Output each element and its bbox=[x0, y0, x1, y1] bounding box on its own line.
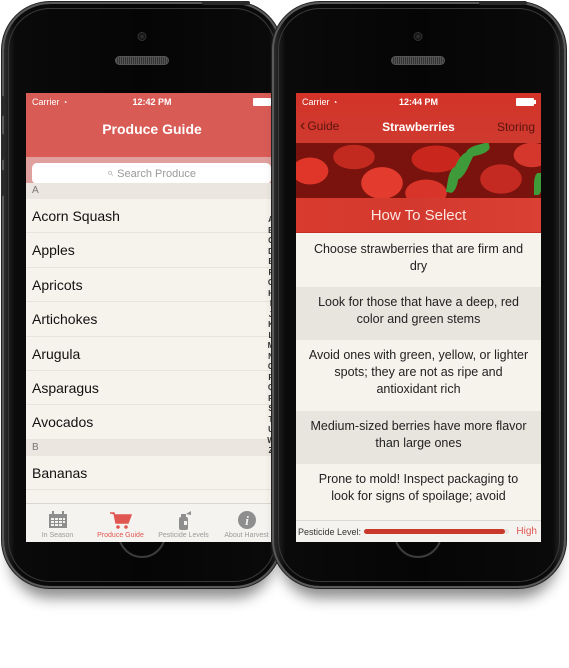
index-letter[interactable]: L bbox=[269, 331, 274, 342]
status-time: 12:44 PM bbox=[398, 97, 439, 107]
tip-item: Choose strawberries that are firm and dr… bbox=[296, 234, 541, 287]
status-time: 12:42 PM bbox=[132, 97, 172, 107]
index-letter[interactable]: T bbox=[269, 415, 274, 426]
strawberries-detail-screen: Carrier ◔ 12:44 PM ‹ Guide Strawberries … bbox=[296, 93, 541, 542]
tab-bar: In Season Produce Guide Pesticide Levels i A… bbox=[26, 503, 278, 542]
pesticide-level-text: High bbox=[516, 526, 537, 537]
tip-item: Avoid ones with green, yellow, or lighte… bbox=[296, 340, 541, 411]
detail-header: Carrier ◔ 12:44 PM ‹ Guide Strawberries … bbox=[296, 93, 541, 233]
battery-icon bbox=[516, 98, 536, 106]
calendar-icon bbox=[48, 510, 68, 530]
selection-tips-list[interactable]: Choose strawberries that are firm and dr… bbox=[296, 234, 541, 520]
cart-icon bbox=[109, 510, 132, 530]
search-bar: ⌕ Search Produce bbox=[26, 157, 278, 184]
pesticide-track bbox=[364, 529, 510, 534]
pesticide-label: Pesticide Level: bbox=[298, 526, 362, 537]
index-letter[interactable]: I bbox=[270, 299, 272, 310]
volume-up-button bbox=[1, 134, 4, 160]
power-button bbox=[202, 1, 250, 5]
list-item[interactable]: Asparagus bbox=[26, 370, 278, 406]
leaf-shape bbox=[465, 143, 491, 158]
index-letter[interactable]: E bbox=[268, 257, 273, 268]
index-letter[interactable]: Z bbox=[269, 446, 274, 457]
leaf-shape bbox=[534, 173, 541, 195]
tab-label: About Harvest bbox=[224, 532, 269, 539]
leaf-shape bbox=[445, 166, 461, 194]
left-phone: Carrier ◔ 12:42 PM Produce Guide ⌕ Searc… bbox=[1, 1, 280, 586]
volume-down-button bbox=[1, 170, 4, 196]
list-item[interactable]: Bananas bbox=[26, 455, 278, 491]
pesticide-level-bar: Pesticide Level: High bbox=[296, 520, 541, 542]
list-item[interactable]: Arugula bbox=[26, 336, 278, 371]
status-bar: Carrier ◔ 12:42 PM bbox=[26, 93, 278, 113]
earpiece-speaker bbox=[391, 56, 445, 65]
index-letter[interactable]: F bbox=[269, 268, 274, 279]
tab-in-season[interactable]: In Season bbox=[26, 504, 89, 542]
tip-item: Medium-sized berries have more flavor th… bbox=[296, 411, 541, 464]
pesticide-fill bbox=[364, 529, 506, 534]
tip-item: Prone to mold! Inspect packaging to look… bbox=[296, 464, 541, 520]
tab-label: In Season bbox=[41, 532, 74, 539]
status-bar: Carrier ◔ 12:44 PM bbox=[296, 93, 541, 113]
search-input[interactable]: ⌕ Search Produce bbox=[32, 163, 271, 184]
tab-produce-guide[interactable]: Produce Guide bbox=[89, 504, 152, 542]
index-letter[interactable]: P bbox=[268, 373, 273, 384]
section-header: A bbox=[26, 183, 278, 199]
list-item[interactable]: Apples bbox=[26, 233, 278, 268]
section-title: How To Select bbox=[296, 198, 541, 233]
section-header: B bbox=[26, 439, 278, 456]
navigation-bar: Carrier ◔ 12:44 PM ‹ Guide Strawberries … bbox=[296, 93, 541, 143]
page-title: Produce Guide bbox=[102, 121, 202, 137]
list-item[interactable]: Artichokes bbox=[26, 302, 278, 337]
search-placeholder: Search Produce bbox=[117, 167, 197, 180]
strawberries-banner-image bbox=[296, 143, 541, 198]
index-letter[interactable]: S bbox=[268, 404, 273, 415]
tip-item: Look for those that have a deep, red col… bbox=[296, 287, 541, 340]
tab-label: Pesticide Levels bbox=[158, 532, 209, 539]
navigation-bar: Carrier ◔ 12:42 PM Produce Guide bbox=[26, 93, 278, 157]
earpiece-speaker bbox=[115, 56, 169, 65]
svg-text:i: i bbox=[245, 513, 249, 528]
front-camera bbox=[413, 32, 423, 41]
spray-bottle-icon bbox=[176, 510, 192, 530]
tab-label: Produce Guide bbox=[97, 532, 144, 539]
produce-guide-screen: Carrier ◔ 12:42 PM Produce Guide ⌕ Searc… bbox=[26, 93, 278, 542]
right-phone: Carrier ◔ 12:44 PM ‹ Guide Strawberries … bbox=[274, 1, 564, 586]
search-icon: ⌕ bbox=[106, 167, 114, 179]
list-item[interactable]: Avocados bbox=[26, 405, 278, 440]
battery-icon bbox=[253, 98, 273, 106]
front-camera bbox=[137, 32, 147, 41]
info-icon: i bbox=[237, 510, 257, 530]
tab-pesticide-levels[interactable]: Pesticide Levels bbox=[152, 504, 215, 542]
produce-list[interactable]: A Acorn Squash Apples Apricots Artichokes Aru… bbox=[26, 183, 278, 503]
storing-button[interactable]: Storing bbox=[497, 120, 535, 134]
power-button bbox=[479, 1, 527, 5]
tab-about-harvest[interactable]: i About Harvest bbox=[215, 504, 278, 542]
list-item[interactable]: Apricots bbox=[26, 267, 278, 303]
mute-switch bbox=[1, 96, 4, 116]
list-item[interactable]: Acorn Squash bbox=[26, 199, 278, 234]
index-letter[interactable]: J bbox=[269, 310, 273, 321]
